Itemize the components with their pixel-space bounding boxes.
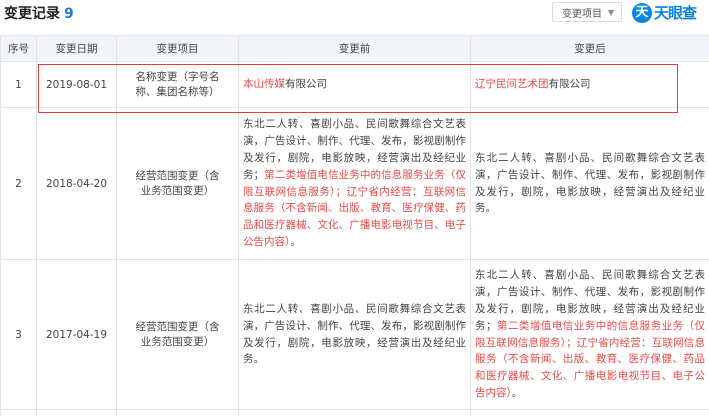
logo-text: 天眼查 xyxy=(654,4,697,22)
cell-no: 3 xyxy=(0,259,37,410)
cell-before: 本山传媒有限公司 xyxy=(238,61,471,108)
table-row-partial xyxy=(0,409,709,416)
highlighted-text: 第二类增值电信业务中的信息服务业务（仅限互联网信息服务）；辽宁省内经营：互联网信… xyxy=(475,319,706,399)
cell-item-text: 名称变更（字号名称、集团名称等） xyxy=(135,70,220,98)
table-header-row: 序号 变更日期 变更项目 变更前 变更后 xyxy=(0,35,709,62)
section-title-text: 变更记录 xyxy=(4,6,60,22)
cell-after-text: 东北二人转、喜剧小品、民间歌舞综合文艺表演，广告设计、制作、代理、发布，影视剧制… xyxy=(471,267,709,401)
cell-date: 2017-04-19 xyxy=(36,259,117,410)
table-row: 2 2018-04-20 经营范围变更（含业务范围变更） 东北二人转、喜剧小品、… xyxy=(0,107,709,260)
logo-mark-icon: 天 xyxy=(632,2,652,23)
cell-after-text: 辽宁民间艺术团有限公司 xyxy=(471,76,709,93)
record-count-badge: 9 xyxy=(64,6,74,22)
cell-item-text: 经营范围变更（含业务范围变更） xyxy=(135,320,220,348)
column-header-date: 变更日期 xyxy=(36,35,117,62)
cell-no: 2 xyxy=(0,107,37,260)
change-records-table: 序号 变更日期 变更项目 变更前 变更后 1 2019-08-01 名称变更（字… xyxy=(0,35,709,416)
text-segment: 有限公司 xyxy=(548,78,591,91)
cell-before: 东北二人转、喜剧小品、民间歌舞综合文艺表演，广告设计、制作、代理、发布，影视剧制… xyxy=(238,259,471,410)
cell-after: 辽宁民间艺术团有限公司 xyxy=(470,61,709,108)
cell-before-text: 本山传媒有限公司 xyxy=(239,76,470,93)
table-row: 1 2019-08-01 名称变更（字号名称、集团名称等） 本山传媒有限公司 辽… xyxy=(0,61,709,108)
highlighted-text: 辽宁民间艺术团 xyxy=(475,78,549,91)
cell-before-text: 东北二人转、喜剧小品、民间歌舞综合文艺表演，广告设计、制作、代理、发布，影视剧制… xyxy=(239,301,470,368)
text-segment: 东北二人转、喜剧小品、民间歌舞综合文艺表演，广告设计、制作、代理、发布，影视剧制… xyxy=(243,302,466,366)
text-segment: 。 xyxy=(290,235,301,248)
cell-item-text: 经营范围变更（含业务范围变更） xyxy=(135,169,220,197)
cell-before-text: 东北二人转、喜剧小品、民间歌舞综合文艺表演，广告设计、制作、代理、发布，影视剧制… xyxy=(239,116,470,250)
highlighted-text: 本山传媒 xyxy=(243,78,285,91)
table-row: 3 2017-04-19 经营范围变更（含业务范围变更） 东北二人转、喜剧小品、… xyxy=(0,259,709,410)
cell-after: 东北二人转、喜剧小品、民间歌舞综合文艺表演，广告设计、制作、代理、发布，影视剧制… xyxy=(470,259,709,410)
cell-item: 经营范围变更（含业务范围变更） xyxy=(116,259,239,410)
text-segment: 。 xyxy=(511,386,523,399)
cell-item: 名称变更（字号名称、集团名称等） xyxy=(116,61,239,108)
cell-after-text: 东北二人转、喜剧小品、民间歌舞综合文艺表演，广告设计、制作、代理、发布，影视剧制… xyxy=(471,150,709,217)
highlighted-text: 第二类增值电信业务中的信息服务业务（仅限互联网信息服务）；辽宁省内经营：互联网信… xyxy=(243,168,466,248)
text-segment: 东北二人转、喜剧小品、民间歌舞综合文艺表演，广告设计、制作、代理、发布，影视剧制… xyxy=(475,151,705,215)
column-header-after: 变更后 xyxy=(470,35,709,62)
filter-label: 变更项目 xyxy=(562,8,602,20)
cell-after: 东北二人转、喜剧小品、民间歌舞综合文艺表演，广告设计、制作、代理、发布，影视剧制… xyxy=(470,107,709,260)
cell-date: 2018-04-20 xyxy=(36,107,117,260)
column-header-item: 变更项目 xyxy=(116,35,239,62)
text-segment: 有限公司 xyxy=(285,78,327,91)
cell-before: 东北二人转、喜剧小品、民间歌舞综合文艺表演，广告设计、制作、代理、发布，影视剧制… xyxy=(238,107,471,260)
cell-date: 2019-08-01 xyxy=(36,61,117,108)
column-header-before: 变更前 xyxy=(238,35,471,62)
tianyancha-logo: 天 天眼查 xyxy=(632,2,697,23)
cell-item: 经营范围变更（含业务范围变更） xyxy=(116,107,239,260)
column-header-no: 序号 xyxy=(0,35,37,62)
cell-no: 1 xyxy=(0,61,37,108)
section-header: 变更记录 9 变更项目 ▼ 天 天眼查 xyxy=(0,0,709,28)
section-title: 变更记录 9 xyxy=(4,3,74,23)
change-item-filter-dropdown[interactable]: 变更项目 ▼ xyxy=(552,2,622,22)
chevron-down-icon: ▼ xyxy=(608,7,615,17)
